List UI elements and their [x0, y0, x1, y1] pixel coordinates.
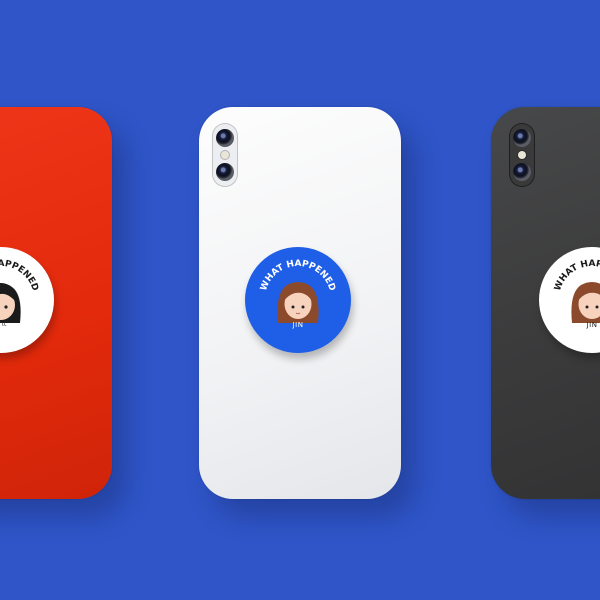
camera-flash — [221, 151, 229, 159]
grip-name-tag: ᄔᄔ — [0, 322, 8, 330]
phone-case-red: WHAT HAPPENED ᄔᄔ — [0, 107, 112, 499]
phone-case-black: WHAT HAPPENED JIN — [491, 107, 600, 499]
popsocket-grip-white-phone: WHAT HAPPENED JIN — [245, 247, 351, 353]
grip-name-tag: JIN — [586, 321, 598, 329]
popsocket-grip-red-phone: WHAT HAPPENED ᄔᄔ — [0, 247, 54, 353]
grip-art: WHAT HAPPENED — [553, 259, 600, 323]
grip-name-tag: JIN — [292, 321, 304, 329]
camera-lens — [513, 129, 531, 147]
grip-art: WHAT HAPPENED — [0, 259, 40, 323]
camera-module — [509, 123, 535, 187]
camera-lens — [216, 129, 234, 147]
camera-lens — [216, 163, 234, 181]
camera-flash — [518, 151, 526, 159]
grip-art: WHAT HAPPENED — [259, 259, 337, 323]
product-photo: WHAT HAPPENED ᄔᄔ — [0, 0, 600, 600]
phone-case-white: WHAT HAPPENED JIN — [199, 107, 401, 499]
popsocket-grip-black-phone: WHAT HAPPENED JIN — [539, 247, 600, 353]
camera-module — [212, 123, 238, 187]
camera-lens — [513, 163, 531, 181]
